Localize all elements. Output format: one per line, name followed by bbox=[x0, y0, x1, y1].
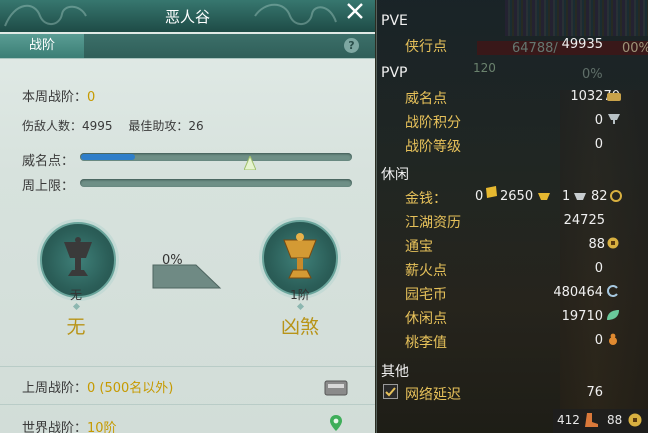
next-tier-badge[interactable] bbox=[262, 220, 338, 296]
section-pvp: PVP bbox=[381, 65, 408, 81]
scene-level: 120 bbox=[473, 61, 496, 75]
item-value: 480464 bbox=[553, 285, 603, 300]
item-label: 战阶等级 bbox=[405, 139, 461, 155]
current-tier-label: 无 bbox=[69, 288, 82, 302]
money-copper-value: 82 bbox=[591, 189, 608, 204]
money-brick-value: 0 bbox=[475, 189, 484, 204]
item-label: 通宝 bbox=[405, 239, 433, 255]
next-tier-label: 1阶 bbox=[290, 288, 310, 302]
help-icon[interactable]: ? bbox=[344, 38, 359, 53]
arrow-right-icon bbox=[152, 264, 222, 289]
kills-label: 伤敌人数： bbox=[22, 119, 83, 133]
coin-icon bbox=[628, 413, 642, 427]
check-icon bbox=[385, 387, 396, 397]
kills-value: 4995 bbox=[82, 119, 113, 133]
item-value: 24725 bbox=[563, 213, 605, 228]
bottom-right-value: 88 bbox=[607, 413, 623, 427]
battle-rank-panel: 恶人谷 战阶 ? 本周战阶：0 伤敌人数：4995 最佳助攻：26 威名点： 周… bbox=[0, 0, 375, 433]
best-assist-value: 26 bbox=[188, 119, 204, 133]
item-label: 江湖资历 bbox=[405, 215, 461, 231]
scene-percent: 0% bbox=[582, 67, 603, 82]
mail-box-icon[interactable] bbox=[324, 378, 348, 396]
best-assist-label: 最佳助攻： bbox=[128, 119, 189, 133]
item-label: 桃李值 bbox=[405, 335, 447, 351]
gold-brick-icon bbox=[486, 186, 497, 198]
prestige-label: 威名点： bbox=[22, 154, 75, 169]
stats-row: 伤敌人数：4995 最佳助攻：26 bbox=[22, 117, 204, 134]
item-value: 88 bbox=[588, 237, 605, 252]
section-other: 其他 bbox=[381, 364, 409, 380]
bottom-status-bar: 412 88 bbox=[553, 409, 648, 433]
rank-score-icon bbox=[608, 114, 620, 124]
item-value: 49935 bbox=[561, 37, 603, 52]
coin-icon bbox=[607, 237, 619, 249]
goblet-gold-icon bbox=[283, 233, 317, 279]
item-label: 侠行点 bbox=[405, 39, 447, 55]
weekly-cap-bar bbox=[80, 179, 352, 187]
silver-ingot-icon bbox=[574, 193, 586, 200]
money-label: 金钱： bbox=[405, 191, 447, 207]
world-rank-value: 10阶 bbox=[87, 421, 117, 433]
money-silver-value: 1 bbox=[562, 189, 571, 204]
world-rank-label: 世界战阶： bbox=[22, 421, 88, 433]
scene-hp-percent: 00% bbox=[622, 41, 648, 56]
location-pin-icon[interactable] bbox=[330, 415, 342, 431]
goblet-grey-icon bbox=[64, 237, 92, 276]
copper-coin-icon bbox=[610, 190, 622, 202]
world-rank-row: 世界战阶：10阶 bbox=[22, 417, 117, 433]
last-week-value: 0 (500名以外) bbox=[87, 381, 174, 396]
weekly-rank-row: 本周战阶：0 bbox=[22, 86, 95, 105]
item-value: 76 bbox=[586, 385, 603, 400]
boot-icon bbox=[585, 413, 598, 427]
item-value: 0 bbox=[594, 261, 603, 276]
cap-marker-icon bbox=[244, 156, 256, 170]
panel-title: 恶人谷 bbox=[164, 8, 210, 26]
tab-battle-rank[interactable]: 战阶 bbox=[0, 34, 84, 58]
section-leisure: 休闲 bbox=[381, 167, 409, 183]
weekly-rank-value: 0 bbox=[87, 90, 96, 105]
section-divider bbox=[0, 366, 375, 367]
panel-titlebar[interactable]: 恶人谷 bbox=[0, 0, 375, 32]
tier-divider-diamond bbox=[296, 302, 305, 311]
bottom-left-value: 412 bbox=[557, 413, 580, 427]
item-label: 威名点 bbox=[405, 91, 447, 107]
prestige-bar-fill bbox=[81, 154, 135, 160]
prestige-icon bbox=[607, 93, 621, 101]
close-icon[interactable] bbox=[343, 0, 367, 23]
item-label: 薪火点 bbox=[405, 263, 447, 279]
gold-ingot-icon bbox=[538, 193, 550, 200]
item-label: 网络延迟 bbox=[405, 387, 461, 403]
home-coin-icon bbox=[607, 285, 618, 297]
item-value: 0 bbox=[594, 137, 603, 152]
gourd-icon bbox=[609, 333, 617, 345]
weekly-cap-label: 周上限： bbox=[22, 179, 75, 194]
last-week-label: 上周战阶： bbox=[22, 381, 88, 396]
next-tier-name: 凶煞 bbox=[280, 316, 319, 338]
section-divider bbox=[0, 404, 375, 405]
money-gold-value: 2650 bbox=[500, 189, 534, 204]
scene-hp-text: 64788/ bbox=[512, 41, 558, 56]
leaf-icon bbox=[607, 310, 619, 320]
last-week-row: 上周战阶：0 (500名以外) bbox=[22, 377, 173, 396]
item-value: 19710 bbox=[561, 309, 603, 324]
item-label: 园宅币 bbox=[405, 287, 447, 303]
prestige-bar bbox=[80, 153, 352, 161]
item-value: 0 bbox=[594, 113, 603, 128]
item-value: 0 bbox=[594, 333, 603, 348]
current-tier-name: 无 bbox=[66, 316, 86, 338]
tab-bar: 战阶 ? bbox=[0, 34, 375, 59]
item-label: 休闲点 bbox=[405, 311, 447, 327]
weekly-rank-label: 本周战阶： bbox=[22, 90, 88, 105]
latency-checkbox[interactable] bbox=[383, 384, 398, 399]
tier-divider-diamond bbox=[72, 302, 81, 311]
section-pve: PVE bbox=[381, 13, 408, 29]
item-label: 战阶积分 bbox=[405, 115, 461, 131]
currency-panel: 64788/ 00% 120 0% PVE 侠行点 49935 PVP 威名点 … bbox=[376, 0, 648, 433]
